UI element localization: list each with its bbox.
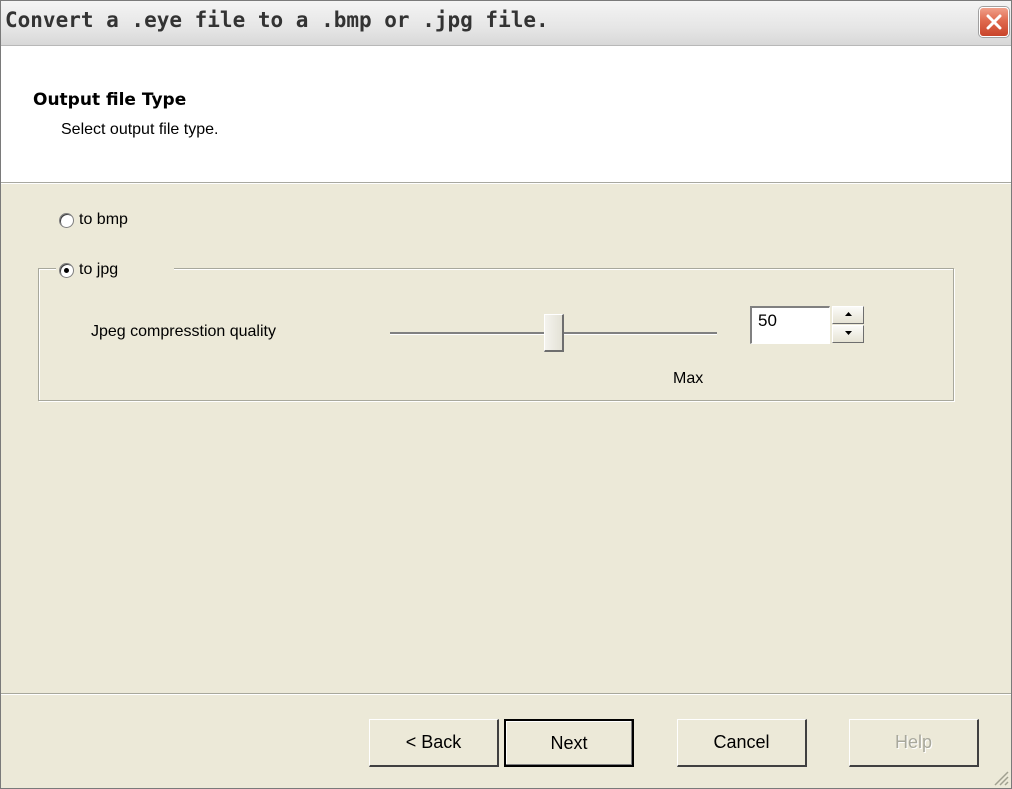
max-label: Max (673, 370, 704, 387)
cancel-button[interactable]: Cancel (677, 719, 807, 767)
radio-jpg-circle[interactable] (59, 263, 74, 278)
quality-label: Jpeg compresstion quality (91, 323, 276, 340)
dialog-window: Convert a .eye file to a .bmp or .jpg fi… (0, 0, 1012, 789)
wizard-header: Output file Type Select output file type… (1, 46, 1011, 183)
window-title: Convert a .eye file to a .bmp or .jpg fi… (5, 8, 549, 32)
footer-divider (1, 693, 1011, 695)
next-button[interactable]: Next (504, 719, 634, 767)
spin-down-icon (845, 331, 852, 335)
quality-slider-thumb[interactable] (544, 314, 564, 352)
spin-up-icon (845, 312, 852, 316)
resize-grip-icon[interactable] (991, 768, 1009, 786)
page-title: Output file Type (33, 90, 187, 110)
help-button: Help (849, 719, 979, 767)
radio-jpg-label[interactable]: to jpg (79, 261, 118, 279)
spin-down-button[interactable] (832, 325, 864, 343)
radio-bmp-label[interactable]: to bmp (79, 211, 128, 229)
back-button[interactable]: < Back (369, 719, 499, 767)
header-divider (1, 183, 1011, 184)
page-subtitle: Select output file type. (61, 121, 219, 138)
radio-bmp-circle[interactable] (59, 213, 74, 228)
quality-spin-input[interactable]: 50 (750, 306, 830, 344)
spin-up-button[interactable] (832, 306, 864, 324)
close-button[interactable] (979, 7, 1009, 37)
close-icon (986, 14, 1002, 30)
title-bar[interactable]: Convert a .eye file to a .bmp or .jpg fi… (1, 1, 1011, 46)
